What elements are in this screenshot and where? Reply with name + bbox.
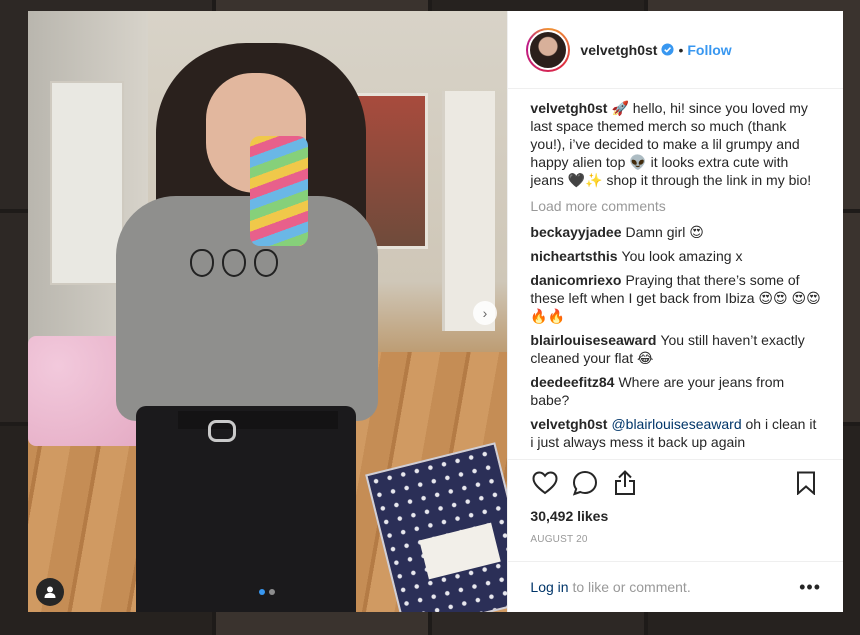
comment-username[interactable]: deedeefitz84 — [530, 374, 614, 390]
comment-item: danicomriexo Praying that there’s some of… — [530, 271, 821, 325]
comments-list: velvetgh0st 🚀 hello, hi! since you loved … — [508, 89, 843, 459]
avatar[interactable] — [526, 27, 571, 72]
bookmark-icon — [797, 471, 815, 495]
comment-text: Damn girl 😍 — [625, 224, 704, 240]
comment-item: deedeefitz84 Where are your jeans from ba… — [530, 373, 821, 409]
follow-button[interactable]: Follow — [687, 42, 731, 58]
comment-item: beckayyjadee Damn girl 😍 — [530, 223, 821, 241]
comment-icon — [573, 470, 598, 496]
photo-pants — [136, 406, 356, 612]
post-header: velvetgh0st • Follow — [508, 11, 843, 89]
photo-phone — [250, 136, 308, 246]
comment-username[interactable]: nicheartsthis — [530, 248, 617, 264]
comment-item: blairlouiseseaward You still haven’t exac… — [530, 331, 821, 367]
caption-username[interactable]: velvetgh0st — [530, 100, 607, 116]
post-actions-area: 30,492 likes AUGUST 20 — [508, 459, 843, 561]
like-button[interactable] — [530, 468, 560, 498]
login-prompt-text: to like or comment. — [568, 579, 691, 595]
post-caption: velvetgh0st 🚀 hello, hi! since you loved … — [530, 99, 821, 189]
post-photo: › — [28, 11, 508, 612]
user-tags-button[interactable] — [36, 578, 64, 606]
carousel-next-button[interactable]: › — [473, 301, 497, 325]
reply-mention-link[interactable]: @blairlouiseseaward — [611, 416, 741, 432]
shirt-alien-print — [190, 249, 278, 277]
login-bar: Log in to like or comment. ••• — [508, 561, 843, 612]
more-icon[interactable]: ••• — [799, 577, 821, 598]
carousel-dot-active — [259, 589, 265, 595]
post-date: AUGUST 20 — [530, 534, 588, 545]
photo-belt-buckle — [208, 420, 236, 442]
photo-bookcase — [442, 91, 495, 331]
carousel-dot — [269, 589, 275, 595]
share-icon — [615, 470, 636, 495]
action-bar — [530, 460, 821, 506]
save-button[interactable] — [791, 468, 821, 498]
post-username[interactable]: velvetgh0st — [580, 42, 657, 58]
reply-item: velvetgh0st @blairlouiseseaward oh i clea… — [530, 415, 821, 451]
header-separator: • — [678, 41, 684, 58]
comment-username[interactable]: blairlouiseseaward — [530, 332, 656, 348]
verified-icon — [661, 43, 674, 56]
photo-belt — [178, 411, 338, 429]
comment-item: nicheartsthis You look amazing x — [530, 247, 821, 265]
likes-count[interactable]: 30,492 likes — [530, 508, 821, 524]
load-more-comments-button[interactable]: Load more comments — [530, 197, 821, 215]
comment-username[interactable]: danicomriexo — [530, 272, 621, 288]
comment-text: You look amazing x — [621, 248, 743, 264]
comment-username[interactable]: beckayyjadee — [530, 224, 621, 240]
photo-shirt — [116, 196, 378, 421]
share-button[interactable] — [610, 468, 640, 498]
comment-username[interactable]: velvetgh0st — [530, 416, 607, 432]
chevron-right-icon: › — [482, 305, 488, 321]
heart-icon — [532, 471, 558, 495]
comment-button[interactable] — [570, 468, 600, 498]
photo-door — [50, 81, 124, 285]
post-side-panel: velvetgh0st • Follow velvetgh0st 🚀 hello,… — [507, 11, 843, 612]
login-link[interactable]: Log in — [530, 579, 568, 595]
carousel-indicator — [259, 589, 275, 595]
post-modal: › velvetgh0st • Follow velvetgh0st 🚀 hel… — [28, 11, 843, 612]
user-tag-icon — [44, 586, 56, 598]
